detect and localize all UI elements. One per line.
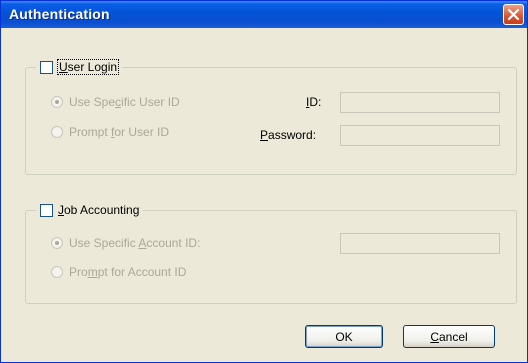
radio-label: Prompt for User ID — [69, 125, 170, 139]
radio-indicator — [51, 237, 63, 249]
close-button[interactable] — [503, 4, 524, 25]
id-field[interactable] — [340, 92, 500, 113]
radio-indicator — [51, 126, 63, 138]
radio-label: Prompt for Account ID — [69, 265, 187, 279]
job-accounting-legend: Job Accounting — [36, 202, 144, 218]
title-bar[interactable]: Authentication — [1, 1, 527, 28]
use-specific-account-id-radio[interactable]: Use Specific Account ID: — [51, 236, 200, 250]
password-field[interactable] — [340, 125, 500, 146]
ok-button[interactable]: OK — [305, 325, 383, 348]
id-label: ID: — [306, 95, 322, 109]
prompt-for-account-id-radio[interactable]: Prompt for Account ID — [51, 265, 186, 279]
radio-indicator — [51, 266, 63, 278]
user-login-label[interactable]: User Login — [56, 59, 120, 75]
cancel-button[interactable]: Cancel — [403, 325, 495, 348]
use-specific-user-id-radio[interactable]: Use Specific User ID — [51, 95, 180, 109]
ok-label: OK — [335, 329, 353, 344]
radio-label: Use Specific User ID — [69, 95, 180, 109]
dialog-title: Authentication — [9, 6, 110, 22]
user-login-group: User Login — [25, 59, 517, 175]
radio-label: Use Specific Account ID: — [69, 236, 201, 250]
close-icon — [507, 8, 520, 21]
job-accounting-checkbox[interactable] — [40, 203, 53, 217]
user-login-legend: User Login — [36, 59, 123, 75]
account-id-field[interactable] — [340, 233, 500, 254]
prompt-for-user-id-radio[interactable]: Prompt for User ID — [51, 125, 169, 139]
cancel-label: Cancel — [430, 329, 468, 344]
authentication-dialog: Authentication User Login Use Specific U… — [0, 0, 528, 363]
job-accounting-group: Job Accounting — [25, 202, 517, 304]
job-accounting-label[interactable]: Job Accounting — [58, 203, 139, 217]
user-login-checkbox[interactable] — [40, 60, 53, 74]
password-label: Password: — [260, 128, 317, 142]
radio-indicator — [51, 96, 63, 108]
